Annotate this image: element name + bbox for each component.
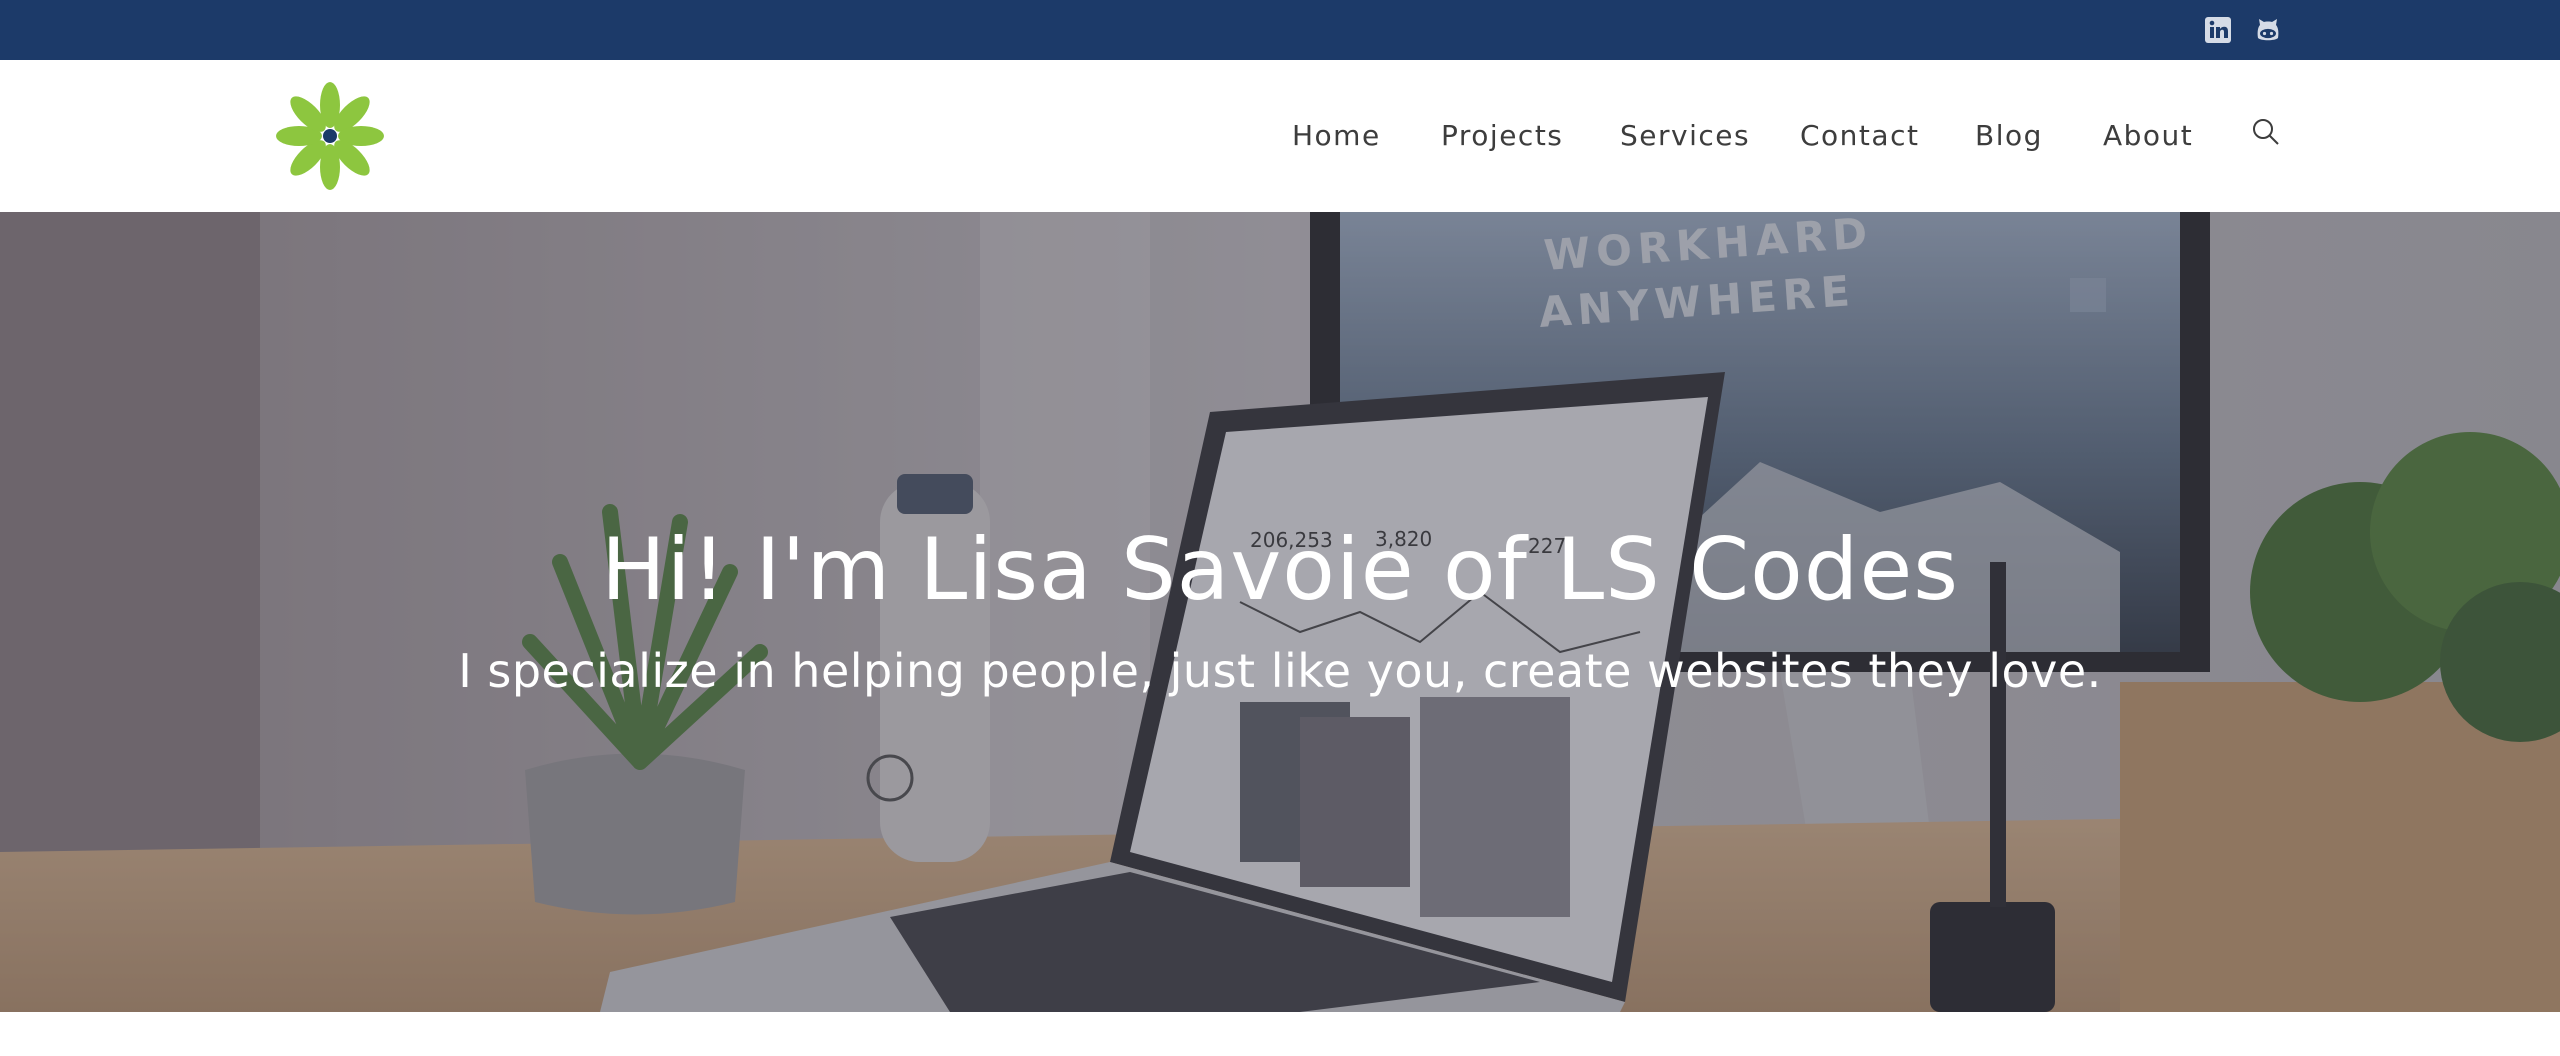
page-content-start: [0, 1012, 2560, 1056]
nav-services[interactable]: Services: [1620, 116, 1750, 156]
nav-blog[interactable]: Blog: [1975, 116, 2043, 156]
nav-about[interactable]: About: [2103, 116, 2193, 156]
nav-projects[interactable]: Projects: [1441, 116, 1563, 156]
linkedin-icon[interactable]: [2204, 16, 2232, 44]
flower-logo[interactable]: [276, 82, 384, 190]
github-icon[interactable]: [2254, 16, 2282, 44]
hero-title: Hi! I'm Lisa Savoie of LS Codes: [600, 520, 1960, 620]
hero-banner: WORKHARD ANYWHERE 206,253 3,820 227 Hi! …: [0, 212, 2560, 1012]
nav-contact[interactable]: Contact: [1800, 116, 1919, 156]
hero-subtitle: I specialize in helping people, just lik…: [458, 644, 2102, 698]
site-header: Home Projects Services Contact Blog Abou…: [0, 60, 2560, 212]
nav-home[interactable]: Home: [1292, 116, 1381, 156]
top-bar: [0, 0, 2560, 60]
search-icon[interactable]: [2250, 116, 2282, 148]
